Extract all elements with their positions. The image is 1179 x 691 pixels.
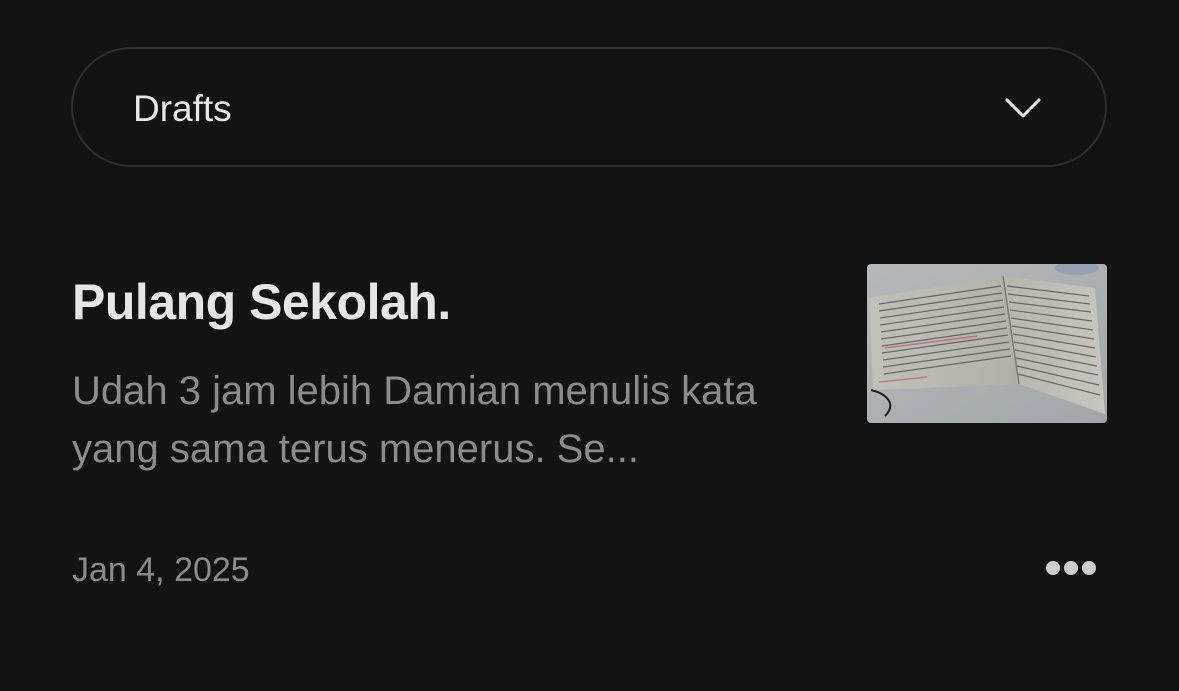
story-title[interactable]: Pulang Sekolah. [72,272,451,332]
more-horizontal-icon[interactable] [1044,556,1098,580]
drafts-filter-dropdown[interactable]: Drafts [71,47,1107,167]
notebook-image [867,264,1107,423]
story-excerpt[interactable]: Udah 3 jam lebih Damian menulis kata yan… [72,362,802,478]
chevron-down-icon [1005,98,1041,118]
story-date: Jan 4, 2025 [72,551,250,589]
story-thumbnail[interactable] [867,264,1107,423]
dropdown-selected-label: Drafts [133,88,232,129]
